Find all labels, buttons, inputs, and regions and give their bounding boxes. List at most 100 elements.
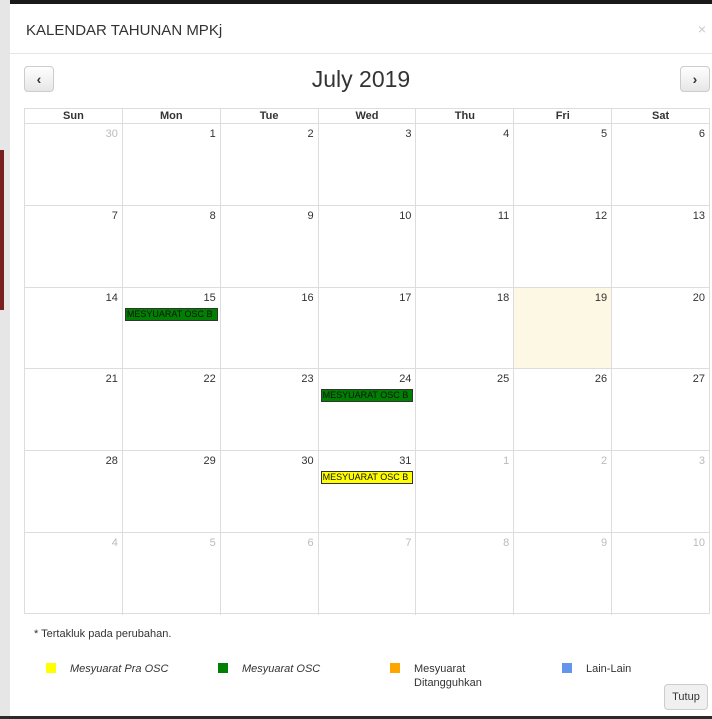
modal-title: KALENDAR TAHUNAN MPKj <box>26 22 223 39</box>
day-cell[interactable]: 11 <box>416 205 515 287</box>
day-cell[interactable]: 30 <box>221 451 319 532</box>
calendar-event[interactable]: MESYUARAT OSC B <box>124 307 218 321</box>
day-cell[interactable]: 10 <box>319 205 417 287</box>
day-cell[interactable]: 6 <box>221 532 319 615</box>
day-cell[interactable]: 9 <box>221 205 319 287</box>
close-icon[interactable]: × <box>698 21 706 37</box>
day-cell[interactable]: 21 <box>25 369 123 451</box>
week-row: 14 15 MESYUARAT OSC B 16 17 18 19 20 <box>25 287 709 370</box>
day-cell[interactable]: 12 <box>514 205 613 287</box>
calendar-event[interactable]: MESYUARAT OSC B <box>320 389 414 403</box>
day-cell[interactable]: 25 <box>416 369 515 451</box>
day-cell[interactable]: 3 <box>319 124 417 205</box>
chevron-right-icon: › <box>692 71 698 87</box>
day-cell[interactable]: 26 <box>514 369 613 451</box>
next-month-button[interactable]: › <box>680 66 710 92</box>
day-cell[interactable]: 17 <box>319 287 417 369</box>
day-of-week-header: Sun Mon Tue Wed Thu Fri Sat <box>25 109 709 124</box>
calendar-modal: KALENDAR TAHUNAN MPKj × July 2019 ‹ › Su… <box>10 4 712 716</box>
dow-header-sat: Sat <box>652 110 670 122</box>
dow-header-wed: Wed <box>319 109 417 123</box>
day-number: 25 <box>497 373 510 386</box>
tutup-button[interactable]: Tutup <box>664 684 708 710</box>
day-number: 11 <box>497 209 510 222</box>
day-cell[interactable]: 7 <box>25 205 123 287</box>
day-cell[interactable]: 2 <box>514 451 613 532</box>
month-grid: Sun Mon Tue Wed Thu Fri Sat 30 1 2 3 4 5 6 7 8 9 10 11 12 1… <box>24 108 710 615</box>
week-row: 4 5 6 7 8 9 10 <box>25 532 709 615</box>
day-cell[interactable]: 20 <box>612 288 709 369</box>
day-number: 7 <box>111 209 118 222</box>
day-cell[interactable]: 24 MESYUARAT OSC B <box>319 369 417 451</box>
day-cell[interactable]: 22 <box>123 369 221 451</box>
day-cell[interactable]: 18 <box>416 287 515 369</box>
day-cell[interactable]: 7 <box>319 532 417 615</box>
dow-header-thu: Thu <box>416 109 515 123</box>
day-number: 14 <box>105 291 118 304</box>
modal-header: KALENDAR TAHUNAN MPKj × <box>10 4 712 54</box>
day-cell[interactable]: 5 <box>123 532 221 615</box>
day-number: 6 <box>307 536 314 549</box>
day-cell[interactable]: 27 <box>612 369 709 450</box>
backdrop-left-strip <box>0 0 10 719</box>
day-number: 12 <box>594 209 608 222</box>
day-cell[interactable]: 8 <box>123 205 221 287</box>
event-legend: Mesyuarat Pra OSC Mesyuarat OSC Mesyuarat … <box>46 662 686 702</box>
day-number: 19 <box>594 291 608 304</box>
day-cell[interactable]: 3 <box>612 451 709 532</box>
day-number: 15 <box>203 291 216 304</box>
day-number: 9 <box>307 209 314 222</box>
day-number: 30 <box>105 128 118 140</box>
legend-swatch <box>390 663 400 673</box>
day-cell[interactable]: 1 <box>123 124 221 205</box>
day-cell[interactable]: 13 <box>612 206 709 287</box>
day-number: 2 <box>307 128 314 140</box>
prev-month-button[interactable]: ‹ <box>24 66 54 92</box>
day-cell[interactable]: 10 <box>612 533 709 615</box>
calendar-event[interactable]: MESYUARAT OSC B <box>320 471 414 485</box>
day-number: 5 <box>601 128 608 140</box>
day-cell[interactable]: 4 <box>416 124 515 205</box>
day-cell[interactable]: 30 <box>25 124 123 205</box>
day-cell[interactable]: 31 MESYUARAT OSC B <box>319 451 417 532</box>
legend-label: Lain-Lain <box>586 663 632 675</box>
legend-item: Mesyuarat Pra OSC <box>46 662 168 676</box>
day-number: 5 <box>209 536 216 549</box>
day-number: 31 <box>399 455 412 468</box>
legend-item: Mesyuarat Ditangguhkan <box>390 662 482 690</box>
day-number: 18 <box>497 291 510 304</box>
day-number: 21 <box>105 373 118 386</box>
day-number: 10 <box>692 536 706 549</box>
day-cell[interactable]: 4 <box>25 532 123 615</box>
day-number: 3 <box>698 455 706 468</box>
day-number: 1 <box>503 455 510 468</box>
day-cell[interactable]: 5 <box>514 124 613 205</box>
day-number: 3 <box>405 128 412 140</box>
day-number: 29 <box>203 455 216 468</box>
day-cell-today[interactable]: 19 <box>514 287 613 369</box>
day-cell[interactable]: 15 MESYUARAT OSC B <box>123 287 221 369</box>
legend-item: Mesyuarat OSC <box>218 662 320 676</box>
day-cell[interactable]: 28 <box>25 451 123 532</box>
day-cell[interactable]: 8 <box>416 532 515 615</box>
week-row: 21 22 23 24 MESYUARAT OSC B 25 26 27 <box>25 369 709 452</box>
day-cell[interactable]: 1 <box>416 451 515 532</box>
calendar-toolbar: July 2019 ‹ › <box>10 64 712 94</box>
day-number: 10 <box>399 209 412 222</box>
day-cell[interactable]: 9 <box>514 532 613 615</box>
day-cell[interactable]: 6 <box>612 124 709 205</box>
day-number: 4 <box>503 128 510 140</box>
chevron-left-icon: ‹ <box>36 71 42 87</box>
dow-header-sun: Sun <box>25 109 123 123</box>
day-cell[interactable]: 16 <box>221 287 319 369</box>
day-number: 17 <box>399 291 412 304</box>
day-number: 8 <box>209 209 216 222</box>
day-cell[interactable]: 14 <box>25 287 123 369</box>
day-cell[interactable]: 23 <box>221 369 319 451</box>
day-number: 16 <box>301 291 314 304</box>
day-number: 6 <box>698 128 706 140</box>
day-cell[interactable]: 29 <box>123 451 221 532</box>
day-cell[interactable]: 2 <box>221 124 319 205</box>
dow-header-fri: Fri <box>514 109 613 123</box>
day-number: 28 <box>105 455 118 468</box>
